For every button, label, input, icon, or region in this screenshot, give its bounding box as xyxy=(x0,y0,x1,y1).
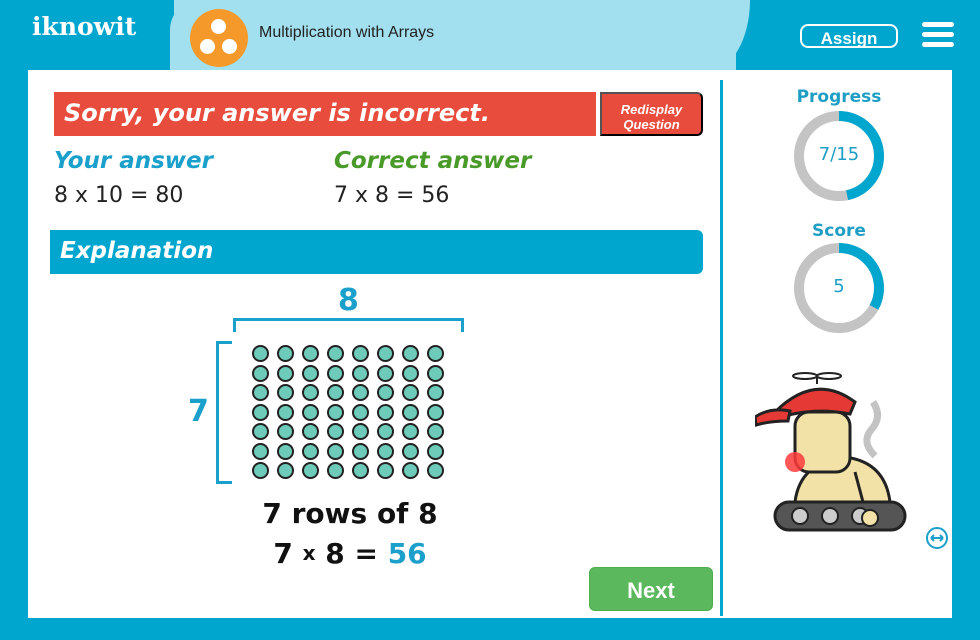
array-dot xyxy=(277,442,294,460)
array-dot xyxy=(302,384,319,401)
array-dot xyxy=(277,345,294,362)
equation-mid: 8 = xyxy=(325,537,378,570)
array-dot xyxy=(427,364,444,382)
array-dot xyxy=(302,403,319,421)
array-dot xyxy=(302,462,319,479)
array-dot xyxy=(377,384,394,401)
array-dot xyxy=(377,403,394,421)
double-arrow-glyph xyxy=(930,534,944,542)
score-text: 5 xyxy=(833,276,845,297)
array-dot xyxy=(327,442,344,460)
array-dot xyxy=(302,423,319,440)
array-dot xyxy=(252,442,269,460)
array-dot xyxy=(277,462,294,479)
your-answer-label: Your answer xyxy=(54,148,213,174)
array-dot xyxy=(327,384,344,401)
array-dot xyxy=(352,384,369,401)
array-dot xyxy=(427,423,444,440)
redisplay-question-button[interactable]: Redisplay Question xyxy=(600,92,703,136)
redisplay-label-1: Redisplay xyxy=(620,101,683,117)
array-dot xyxy=(252,403,269,421)
correct-answer-label: Correct answer xyxy=(334,148,532,174)
array-dot xyxy=(327,345,344,362)
array-dot xyxy=(352,364,369,382)
array-dot xyxy=(277,364,294,382)
array-dot xyxy=(327,423,344,440)
columns-bracket xyxy=(233,318,464,332)
array-dot xyxy=(327,462,344,479)
array-dot xyxy=(377,442,394,460)
redisplay-label-2: Question xyxy=(623,116,680,132)
incorrect-banner: Sorry, your answer is incorrect. xyxy=(54,92,596,136)
array-dot xyxy=(352,403,369,421)
array-dot xyxy=(427,384,444,401)
array-dot xyxy=(377,345,394,362)
robot-mascot-image xyxy=(755,372,907,532)
array-dot xyxy=(327,364,344,382)
array-dot xyxy=(377,364,394,382)
array-dot xyxy=(302,364,319,382)
equation-result: 56 xyxy=(387,537,427,570)
array-equation: 7 x 8 = 56 xyxy=(200,537,500,570)
array-dot xyxy=(302,345,319,362)
rows-bracket xyxy=(216,341,232,484)
explanation-heading: Explanation xyxy=(50,230,703,274)
assign-button[interactable]: Assign xyxy=(800,24,898,48)
array-dot xyxy=(352,345,369,362)
next-button[interactable]: Next xyxy=(589,567,713,611)
hamburger-menu-icon[interactable] xyxy=(922,22,954,48)
array-dot xyxy=(252,462,269,479)
array-dot xyxy=(302,442,319,460)
array-dot xyxy=(377,462,394,479)
array-dot xyxy=(252,423,269,440)
correct-answer-value: 7 x 8 = 56 xyxy=(334,183,450,208)
equation-times: x xyxy=(302,541,316,565)
array-dot xyxy=(277,423,294,440)
your-answer-value: 8 x 10 = 80 xyxy=(54,183,184,208)
array-summary: 7 rows of 8 xyxy=(262,497,438,530)
array-dot xyxy=(402,442,419,460)
array-dot xyxy=(327,403,344,421)
top-bar: iknowit Multiplication with Arrays Assig… xyxy=(0,0,980,70)
array-dot xyxy=(252,345,269,362)
array-dot xyxy=(402,423,419,440)
expand-arrows-icon[interactable] xyxy=(926,527,948,549)
array-dot xyxy=(402,403,419,421)
array-dot xyxy=(352,462,369,479)
topic-title: Multiplication with Arrays xyxy=(259,24,435,41)
array-dot xyxy=(427,462,444,479)
array-dot xyxy=(427,442,444,460)
array-dot xyxy=(252,384,269,401)
array-dot xyxy=(402,364,419,382)
equation-left: 7 xyxy=(273,537,293,570)
array-dot xyxy=(352,442,369,460)
panel-divider xyxy=(720,80,723,616)
array-dot xyxy=(277,403,294,421)
array-dot xyxy=(402,345,419,362)
array-dot xyxy=(352,423,369,440)
array-dot xyxy=(427,345,444,362)
array-dot xyxy=(427,403,444,421)
array-dot xyxy=(402,462,419,479)
three-dots-icon xyxy=(190,9,248,67)
array-dot xyxy=(402,384,419,401)
array-dot xyxy=(252,364,269,382)
progress-text: 7/15 xyxy=(818,144,860,165)
rows-label: 7 xyxy=(188,394,209,429)
columns-label: 8 xyxy=(338,283,359,318)
array-dot xyxy=(377,423,394,440)
progress-label: Progress xyxy=(796,87,882,107)
array-dot xyxy=(277,384,294,401)
iknowit-logo[interactable]: iknowit xyxy=(32,12,136,41)
